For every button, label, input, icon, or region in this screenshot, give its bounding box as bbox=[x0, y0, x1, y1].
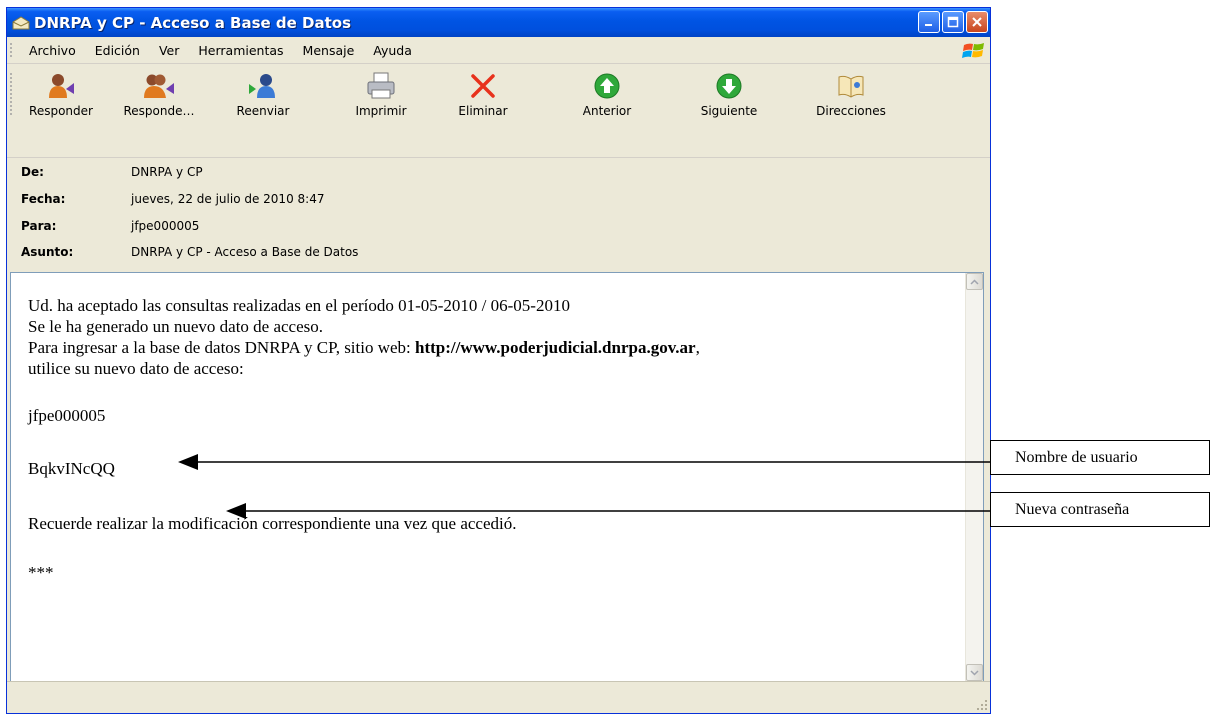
scroll-up-button[interactable] bbox=[966, 273, 983, 290]
chevron-down-icon bbox=[970, 669, 979, 676]
reply-icon bbox=[49, 74, 74, 98]
email-window: DNRPA y CP - Acceso a Base de Datos Arch… bbox=[6, 7, 991, 714]
status-bar bbox=[7, 681, 990, 713]
menu-grip[interactable] bbox=[10, 42, 12, 58]
minimize-icon bbox=[925, 24, 932, 26]
close-icon bbox=[972, 17, 982, 27]
delete-button[interactable]: Eliminar bbox=[441, 72, 525, 120]
maximize-button[interactable] bbox=[942, 11, 964, 33]
annotation-username: Nombre de usuario bbox=[990, 440, 1210, 475]
next-button[interactable]: Siguiente bbox=[687, 72, 771, 120]
menu-herramientas[interactable]: Herramientas bbox=[198, 43, 283, 58]
reply-all-button[interactable]: Responde… bbox=[117, 72, 201, 120]
printer-icon bbox=[367, 72, 395, 99]
message-line: utilice su nuevo dato de acceso: bbox=[28, 359, 244, 378]
address-book-icon bbox=[838, 75, 864, 98]
website-link[interactable]: http://www.poderjudicial.dnrpa.gov.ar bbox=[415, 338, 696, 357]
previous-button[interactable]: Anterior bbox=[565, 72, 649, 120]
envelope-icon bbox=[12, 15, 30, 31]
message-body[interactable]: Ud. ha aceptado las consultas realizadas… bbox=[10, 272, 984, 682]
password-value: BqkvINcQQ bbox=[28, 459, 115, 478]
message-line: Se le ha generado un nuevo dato de acces… bbox=[28, 317, 324, 336]
previous-icon bbox=[594, 73, 620, 99]
scroll-down-button[interactable] bbox=[966, 664, 983, 681]
message-line: Recuerde realizar la modificación corres… bbox=[28, 514, 517, 533]
resize-grip-icon[interactable] bbox=[974, 697, 988, 711]
username-value: jfpe000005 bbox=[28, 406, 106, 425]
annotation-password: Nueva contraseña bbox=[990, 492, 1210, 527]
reply-all-icon bbox=[144, 74, 174, 98]
message-line: Ud. ha aceptado las consultas realizadas… bbox=[28, 296, 570, 315]
close-button[interactable] bbox=[966, 11, 988, 33]
menu-mensaje[interactable]: Mensaje bbox=[303, 43, 355, 58]
address-book-button[interactable]: Direcciones bbox=[809, 72, 893, 120]
forward-icon bbox=[249, 74, 275, 98]
menu-ayuda[interactable]: Ayuda bbox=[373, 43, 412, 58]
menu-bar: Archivo Edición Ver Herramientas Mensaje… bbox=[7, 37, 990, 64]
next-icon bbox=[716, 73, 742, 99]
maximize-icon bbox=[947, 16, 959, 28]
message-text: Ud. ha aceptado las consultas realizadas… bbox=[28, 295, 700, 583]
menu-edicion[interactable]: Edición bbox=[95, 43, 140, 58]
delete-icon bbox=[471, 74, 495, 98]
reply-button[interactable]: Responder bbox=[19, 72, 103, 120]
windows-logo-icon bbox=[962, 43, 984, 58]
minimize-button[interactable] bbox=[918, 11, 940, 33]
vertical-scrollbar[interactable] bbox=[965, 273, 983, 681]
title-bar[interactable]: DNRPA y CP - Acceso a Base de Datos bbox=[7, 8, 990, 37]
forward-button[interactable]: Reenviar bbox=[221, 72, 305, 120]
chevron-up-icon bbox=[970, 278, 979, 285]
message-footer: *** bbox=[28, 563, 54, 582]
toolbar: Responder Responde… Reenviar Imprimir El… bbox=[7, 64, 990, 158]
print-button[interactable]: Imprimir bbox=[339, 72, 423, 120]
menu-archivo[interactable]: Archivo bbox=[29, 43, 76, 58]
window-title: DNRPA y CP - Acceso a Base de Datos bbox=[34, 13, 352, 32]
menu-ver[interactable]: Ver bbox=[159, 43, 179, 58]
message-line: Para ingresar a la base de datos DNRPA y… bbox=[28, 338, 700, 357]
toolbar-grip[interactable] bbox=[10, 72, 12, 116]
